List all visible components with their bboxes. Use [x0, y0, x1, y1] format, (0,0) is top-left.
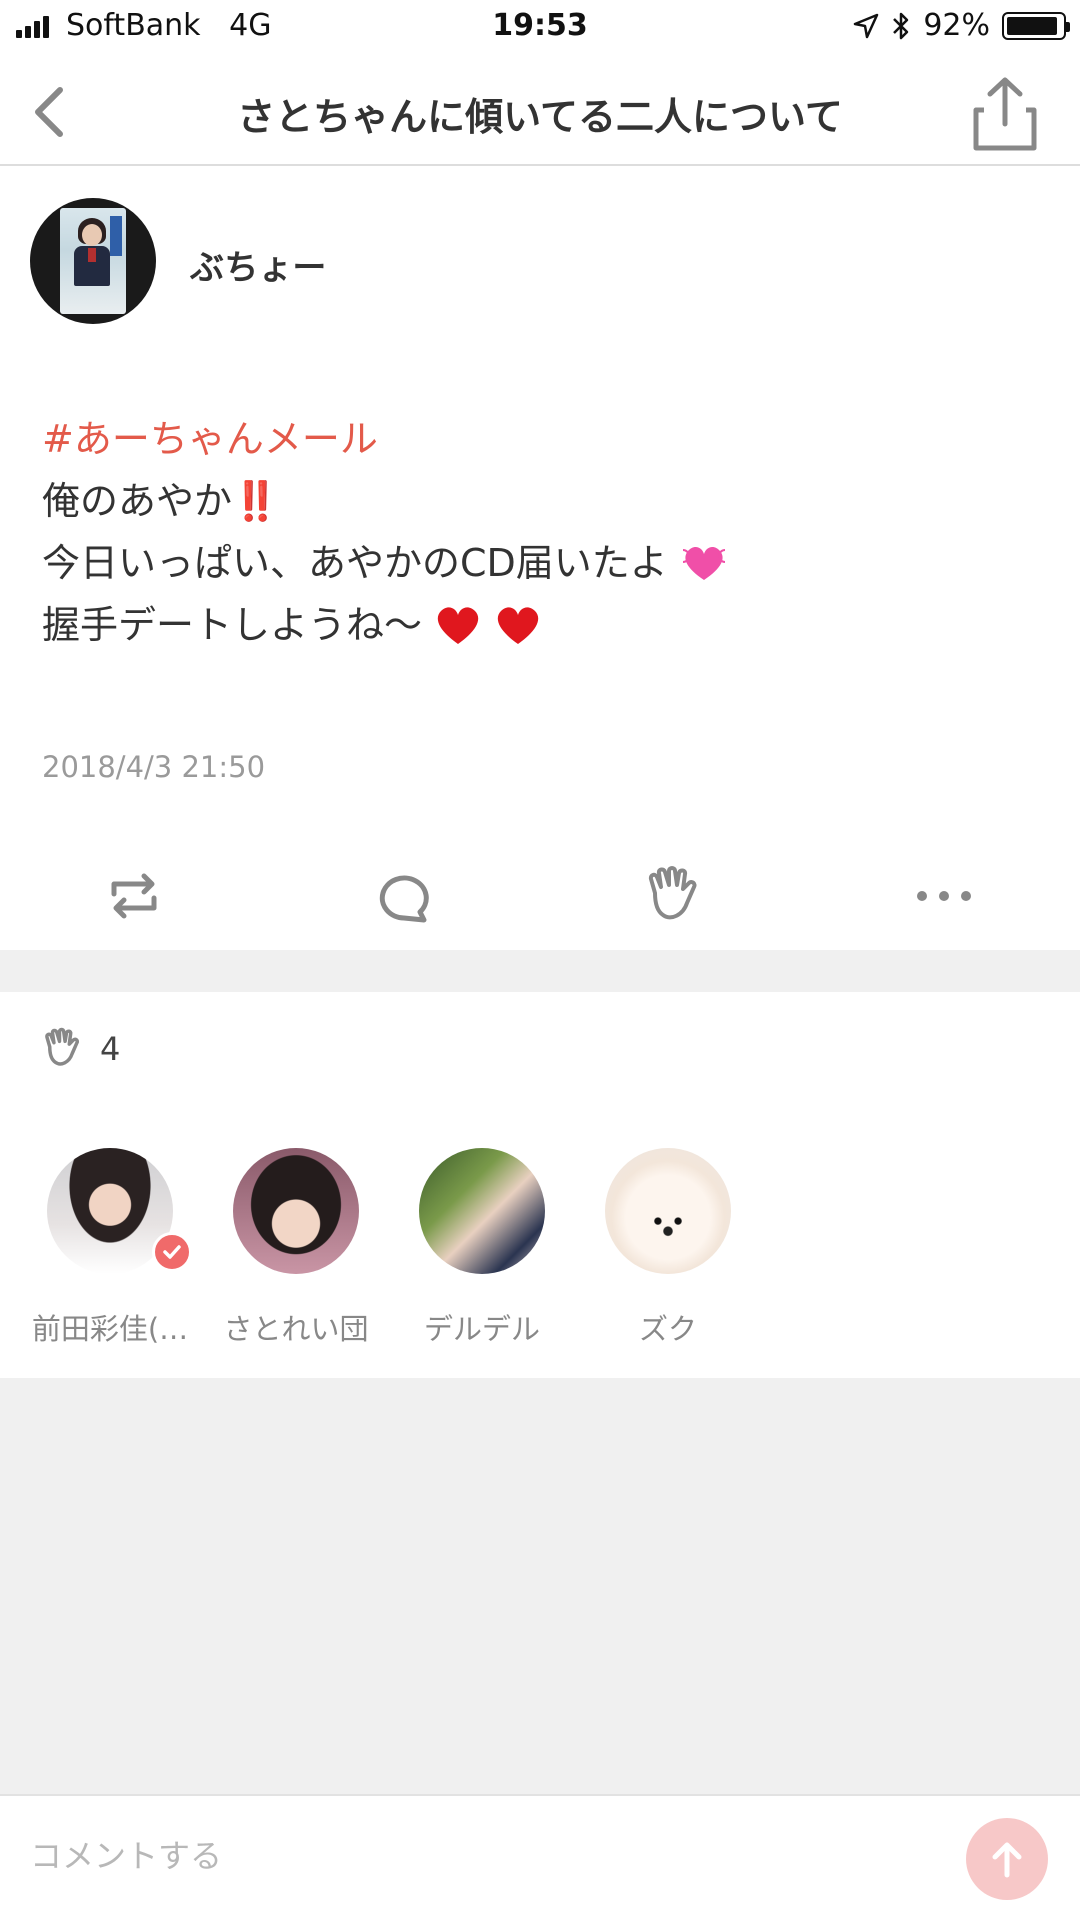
- post-line: 握手デートしようね〜: [42, 594, 728, 656]
- liker-avatar: [419, 1148, 545, 1274]
- comment-input[interactable]: [30, 1826, 930, 1886]
- liker-avatar: [233, 1148, 359, 1274]
- action-bar: [0, 840, 1080, 950]
- hashtag-link[interactable]: #あーちゃんメール: [42, 408, 728, 470]
- post-timestamp: 2018/4/3 21:50: [42, 750, 266, 784]
- liker-item[interactable]: デルデル: [392, 1148, 572, 1348]
- comment-button[interactable]: [364, 856, 444, 936]
- post-line: 俺のあやか‼️: [42, 479, 280, 523]
- liker-item[interactable]: さとれい団: [206, 1148, 386, 1348]
- bluetooth-icon: [893, 12, 909, 39]
- status-bar: SoftBank 4G 19:53 92%: [0, 0, 1080, 56]
- status-indicators: 92%: [853, 8, 1070, 43]
- battery-percent: 92%: [923, 8, 990, 43]
- share-button[interactable]: [970, 74, 1040, 154]
- liker-name: ズク: [638, 1312, 697, 1346]
- share-icon: [973, 77, 1037, 151]
- beating-heart-emoji: [682, 547, 726, 580]
- double-exclamation-emoji: ‼️: [232, 479, 280, 523]
- clap-icon: [648, 866, 697, 920]
- liker-name: 前田彩佳(…: [31, 1312, 189, 1346]
- liker-avatar: [605, 1148, 731, 1274]
- author-avatar[interactable]: [30, 198, 156, 324]
- send-button[interactable]: [966, 1818, 1048, 1900]
- location-arrow-icon: [854, 13, 879, 38]
- likes-count: 4: [100, 1030, 121, 1068]
- author-name[interactable]: ぶちょー: [190, 240, 326, 289]
- repost-button[interactable]: [94, 856, 174, 936]
- page-title: さとちゃんに傾いてる二人について: [237, 95, 843, 139]
- back-button[interactable]: [20, 76, 90, 146]
- liker-item[interactable]: ズク: [578, 1148, 758, 1348]
- avatar-photo: [60, 208, 126, 314]
- comment-icon: [379, 875, 429, 923]
- more-icon: [917, 891, 971, 901]
- red-heart-emoji: [498, 607, 539, 644]
- liker-name: さとれい団: [223, 1312, 369, 1346]
- clap-icon: [45, 1027, 80, 1066]
- likes-header: 4: [40, 1026, 120, 1072]
- clap-button[interactable]: [634, 856, 714, 936]
- arrow-up-icon: [992, 1842, 1022, 1878]
- liker-item[interactable]: 前田彩佳(…: [20, 1148, 200, 1348]
- repost-icon: [111, 873, 157, 919]
- red-heart-emoji: [437, 607, 479, 644]
- chevron-left-icon: [35, 87, 63, 137]
- battery-icon: [1002, 11, 1070, 40]
- empty-comments-area: [0, 1378, 1080, 1794]
- verified-badge-icon: [152, 1232, 192, 1272]
- post-body: #あーちゃんメール 俺のあやか‼️ 今日いっぱい、あやかのCD届いたよ 握手デー…: [42, 408, 728, 656]
- section-divider: [0, 950, 1080, 992]
- comment-bar: [0, 1794, 1080, 1920]
- post-line: 今日いっぱい、あやかのCD届いたよ: [42, 532, 728, 594]
- nav-bar: さとちゃんに傾いてる二人について: [0, 56, 1080, 166]
- more-button[interactable]: [904, 856, 984, 936]
- liker-name: デルデル: [423, 1312, 540, 1346]
